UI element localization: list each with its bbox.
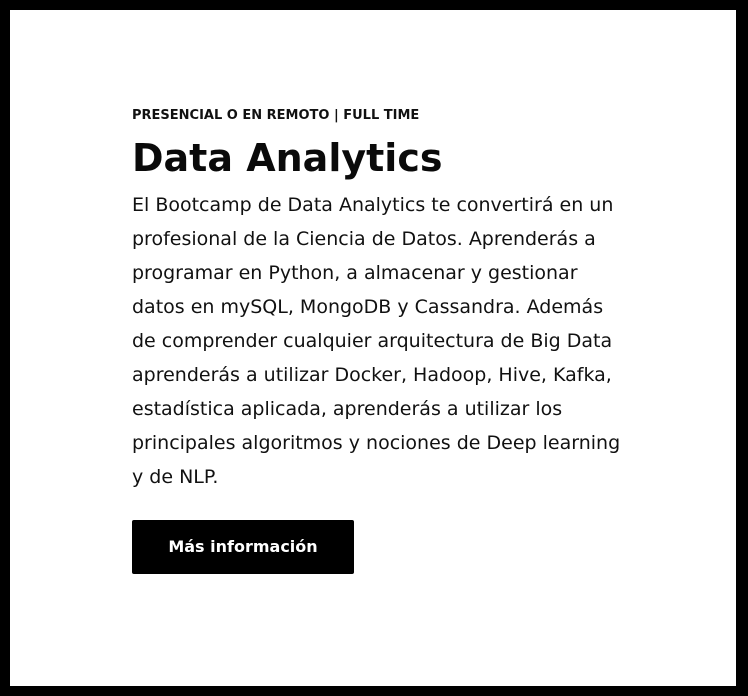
course-modality: PRESENCIAL O EN REMOTO | FULL TIME [132,108,420,123]
course-description: El Bootcamp de Data Analytics te convert… [132,194,621,488]
course-title: Data Analytics [132,136,443,180]
card-frame: PRESENCIAL O EN REMOTO | FULL TIME Data … [10,10,736,686]
course-content: PRESENCIAL O EN REMOTO | FULL TIME Data … [132,106,622,574]
more-info-button[interactable]: Más información [132,520,354,574]
